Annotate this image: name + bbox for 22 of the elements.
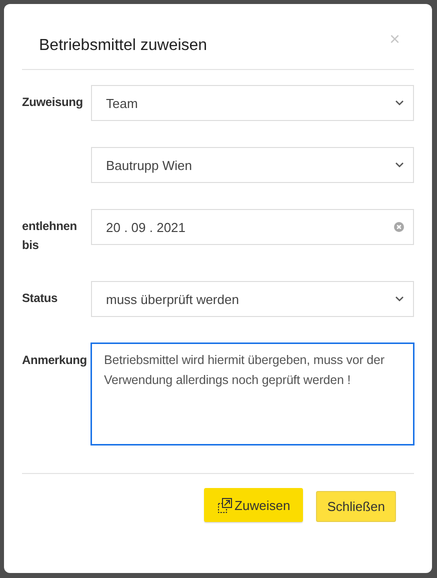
select-field[interactable]: Bautrupp Wien: [91, 147, 414, 183]
clear-icon[interactable]: [394, 222, 404, 232]
chevron-down-icon: [395, 296, 404, 302]
chevron-down-icon: [395, 162, 404, 168]
field-label: Zuweisung: [22, 95, 83, 109]
select-field[interactable]: muss überprüft werden: [91, 281, 414, 317]
dialog-title: Betriebsmittel zuweisen: [39, 37, 208, 55]
field-value: Bautrupp Wien: [106, 158, 193, 172]
field-label: Anmerkung: [22, 353, 87, 367]
field-label: entlehnen bis: [22, 219, 77, 252]
chevron-down-icon: [395, 100, 404, 106]
date-field[interactable]: 20 . 09 . 2021: [91, 209, 414, 245]
field-value: Betriebsmittel wird hiermit übergeben, muss vor der Verwendung allerdings noch geprüft werden !: [104, 352, 386, 389]
field-label: Status: [22, 291, 58, 305]
close-button[interactable]: Schließen: [316, 491, 396, 522]
field-value: muss überprüft werden: [106, 292, 240, 306]
assign-button[interactable]: Zuweisen: [204, 488, 304, 522]
field-value: Team: [106, 96, 139, 110]
field-value: 20 . 09 . 2021: [106, 220, 187, 234]
comment-field[interactable]: Betriebsmittel wird hiermit übergeben, muss vor der Verwendung allerdings noch geprüft werden !: [91, 343, 414, 445]
select-field[interactable]: Team: [91, 85, 414, 121]
assign-icon: [218, 498, 232, 512]
